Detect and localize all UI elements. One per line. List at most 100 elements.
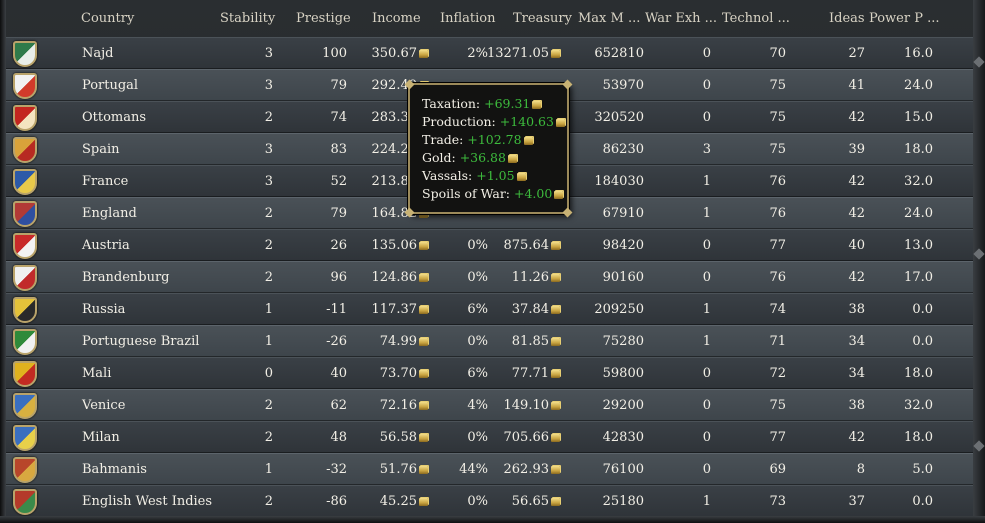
country-shield-icon[interactable] xyxy=(13,265,37,291)
table-row[interactable]: Bahmanis 1 -32 51.76 44% 262.93 76100 0 69 8 5.0 xyxy=(6,453,973,485)
country-shield-icon[interactable] xyxy=(13,329,37,355)
gold-coin-icon xyxy=(516,173,526,181)
country-shield-icon[interactable] xyxy=(13,393,37,419)
table-row[interactable]: Najd 3 100 350.67 2% 13271.05 652810 0 70 27 16.0 xyxy=(6,37,973,69)
prestige-value: 79 xyxy=(330,206,347,221)
country-name[interactable]: Bahmanis xyxy=(82,462,147,477)
country-name[interactable]: Portuguese Brazil xyxy=(82,334,199,349)
gold-coin-icon xyxy=(419,434,428,442)
country-name[interactable]: Russia xyxy=(82,302,125,317)
col-header-max-manpower[interactable]: Max M ... xyxy=(578,11,640,26)
table-row[interactable]: Russia 1 -11 117.37 6% 37.84 209250 1 74 38 0.0 xyxy=(6,293,973,325)
inflation-value: 0% xyxy=(467,238,488,253)
country-shield-icon[interactable] xyxy=(13,73,37,99)
country-name[interactable]: Ottomans xyxy=(82,110,146,125)
inflation-value: 2% xyxy=(467,46,488,61)
gold-coin-icon xyxy=(419,370,428,378)
col-header-power-projection[interactable]: Power P ... xyxy=(869,11,940,26)
country-shield-icon[interactable] xyxy=(13,489,37,515)
tooltip-line-label: Spoils of War: xyxy=(422,186,514,201)
country-shield-icon[interactable] xyxy=(13,233,37,259)
table-row[interactable]: Austria 2 26 135.06 0% 875.64 98420 0 77 40 13.0 xyxy=(6,229,973,261)
country-shield-icon[interactable] xyxy=(13,169,37,195)
country-name[interactable]: English West Indies xyxy=(82,494,212,509)
country-shield-icon[interactable] xyxy=(13,41,37,67)
power-projection-value: 18.0 xyxy=(904,366,933,381)
gold-coin-icon xyxy=(551,242,560,250)
frame-bottom-border xyxy=(0,516,985,523)
col-header-stability[interactable]: Stability xyxy=(220,11,275,26)
technology-value: 76 xyxy=(769,174,786,189)
tooltip-line-label: Gold: xyxy=(422,150,460,165)
power-projection-value: 5.0 xyxy=(912,462,933,477)
country-name[interactable]: Venice xyxy=(82,398,125,413)
gold-coin-icon xyxy=(551,370,560,378)
max-manpower-value: 86230 xyxy=(602,142,644,157)
col-header-inflation[interactable]: Inflation xyxy=(440,11,496,26)
country-name[interactable]: Spain xyxy=(82,142,120,157)
tooltip-line-value: +140.63 xyxy=(499,114,554,129)
power-projection-value: 24.0 xyxy=(904,206,933,221)
col-header-war-exhaustion[interactable]: War Exh ... xyxy=(645,11,717,26)
prestige-value: 40 xyxy=(330,366,347,381)
treasury-value: 149.10 xyxy=(504,398,560,413)
table-row[interactable]: Venice 2 62 72.16 4% 149.10 29200 0 75 38 32.0 xyxy=(6,389,973,421)
max-manpower-value: 652810 xyxy=(594,46,644,61)
table-row[interactable]: English West Indies 2 -86 45.25 0% 56.65 25180… xyxy=(6,485,973,517)
prestige-value: 52 xyxy=(330,174,347,189)
table-row[interactable]: Mali 0 40 73.70 6% 77.71 59800 0 72 34 18.0 xyxy=(6,357,973,389)
max-manpower-value: 59800 xyxy=(602,366,644,381)
war-exhaustion-value: 1 xyxy=(702,334,711,349)
country-shield-icon[interactable] xyxy=(13,137,37,163)
country-name[interactable]: Mali xyxy=(82,366,111,381)
table-row[interactable]: Milan 2 48 56.58 0% 705.66 42830 0 77 42 18.0 xyxy=(6,421,973,453)
power-projection-value: 18.0 xyxy=(904,430,933,445)
technology-value: 72 xyxy=(769,366,786,381)
country-shield-icon[interactable] xyxy=(13,457,37,483)
country-name[interactable]: Najd xyxy=(82,46,113,61)
stability-value: 0 xyxy=(264,366,273,381)
country-shield-icon[interactable] xyxy=(13,361,37,387)
col-header-prestige[interactable]: Prestige xyxy=(296,11,351,26)
country-shield-icon[interactable] xyxy=(13,105,37,131)
inflation-value: 0% xyxy=(467,430,488,445)
inflation-value: 0% xyxy=(467,494,488,509)
stability-value: 2 xyxy=(264,110,273,125)
inflation-value: 6% xyxy=(467,302,488,317)
stability-value: 2 xyxy=(264,238,273,253)
country-name[interactable]: England xyxy=(82,206,137,221)
inflation-value: 0% xyxy=(467,334,488,349)
ideas-value: 42 xyxy=(848,110,865,125)
table-row[interactable]: Brandenburg 2 96 124.86 0% 11.26 90160 0 76 42 17.… xyxy=(6,261,973,293)
col-header-country[interactable]: Country xyxy=(81,11,134,26)
country-shield-icon[interactable] xyxy=(13,297,37,323)
tooltip-line-label: Production: xyxy=(422,114,500,129)
inflation-value: 44% xyxy=(459,462,488,477)
prestige-value: -86 xyxy=(326,494,347,509)
col-header-ideas[interactable]: Ideas xyxy=(829,11,865,26)
table-row[interactable]: Portuguese Brazil 1 -26 74.99 0% 81.85 75280 1 7… xyxy=(6,325,973,357)
gold-coin-icon xyxy=(551,498,560,506)
col-header-treasury[interactable]: Treasury xyxy=(513,11,572,26)
war-exhaustion-value: 0 xyxy=(702,462,711,477)
col-header-income[interactable]: Income xyxy=(372,11,421,26)
country-shield-icon[interactable] xyxy=(13,425,37,451)
gold-coin-icon xyxy=(551,306,560,314)
prestige-value: 96 xyxy=(330,270,347,285)
country-shield-icon[interactable] xyxy=(13,201,37,227)
income-value: 45.25 xyxy=(380,494,428,509)
max-manpower-value: 98420 xyxy=(602,238,644,253)
country-name[interactable]: France xyxy=(82,174,128,189)
country-name[interactable]: Brandenburg xyxy=(82,270,170,285)
treasury-value: 56.65 xyxy=(512,494,560,509)
max-manpower-value: 29200 xyxy=(602,398,644,413)
war-exhaustion-value: 1 xyxy=(702,174,711,189)
table-header: Country Stability Prestige Income Inflat… xyxy=(0,0,973,38)
country-name[interactable]: Portugal xyxy=(82,78,138,93)
country-name[interactable]: Austria xyxy=(82,238,130,253)
ideas-value: 34 xyxy=(848,366,865,381)
country-name[interactable]: Milan xyxy=(82,430,120,445)
tooltip-line: Spoils of War: +4.00 xyxy=(422,186,564,201)
stability-value: 3 xyxy=(264,142,273,157)
col-header-technology[interactable]: Technol ... xyxy=(722,11,790,26)
